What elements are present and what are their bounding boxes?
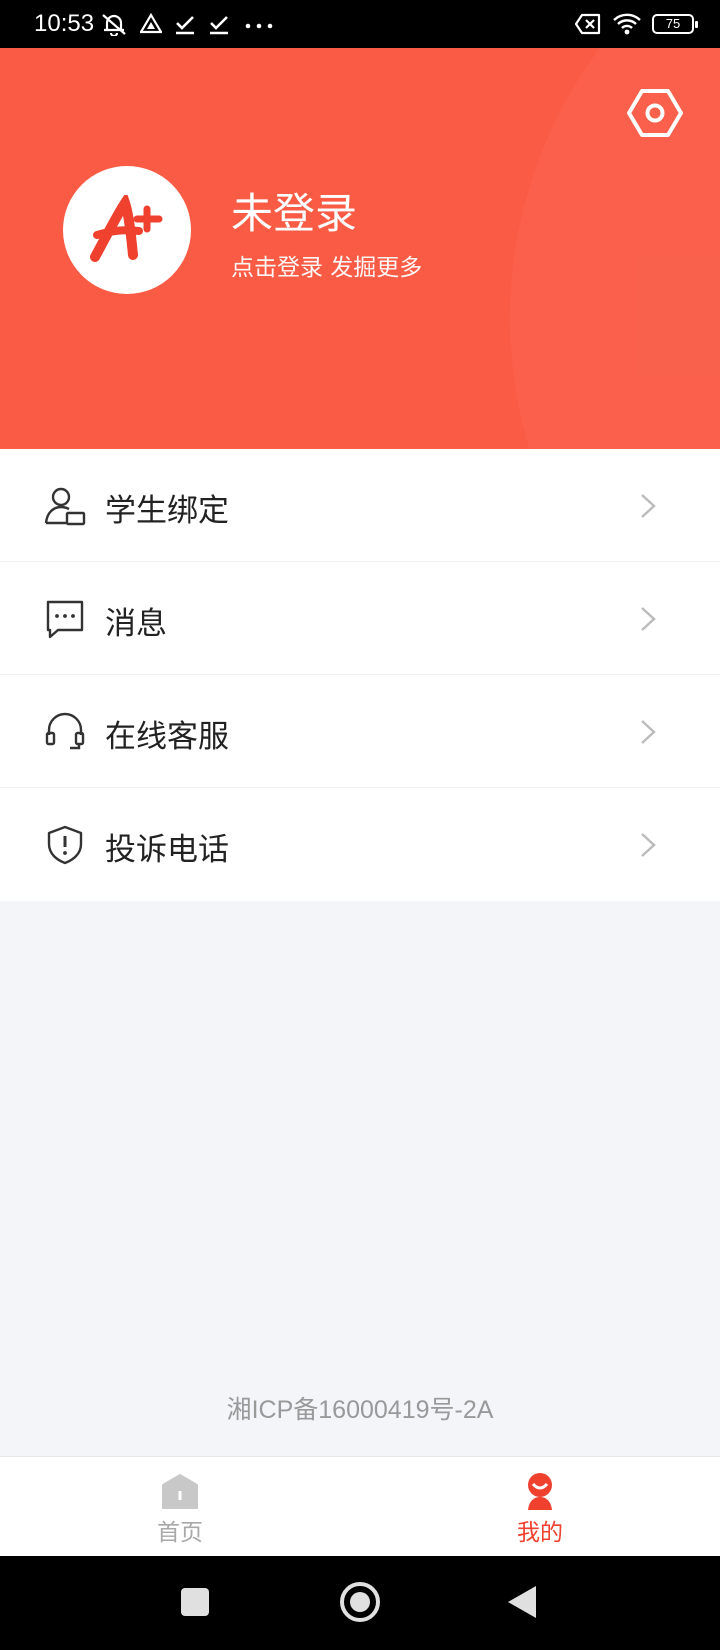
user-icon <box>528 1473 552 1510</box>
tab-home-label: 首页 <box>157 1520 203 1546</box>
icp-license: 湘ICP备16000419号-2A <box>226 1396 494 1424</box>
wifi-icon <box>613 13 641 35</box>
bottom-tab-bar: 首页 我的 <box>0 1456 720 1556</box>
chevron-right-icon <box>641 833 656 857</box>
message-icon <box>46 600 84 639</box>
sim-cross-icon <box>574 13 601 35</box>
recent-apps-button[interactable] <box>181 1588 209 1616</box>
more-dots-icon <box>245 23 273 29</box>
alert-triangle-icon <box>140 13 162 34</box>
battery-icon: 75 <box>652 14 698 34</box>
tab-mine-label: 我的 <box>517 1520 563 1546</box>
menu-item-label: 投诉电话 <box>105 832 229 868</box>
download-check-icon <box>176 16 194 35</box>
tab-mine[interactable]: 我的 <box>480 1457 600 1557</box>
status-time: 10:53 <box>34 10 95 37</box>
menu-item-label: 在线客服 <box>105 719 229 755</box>
status-bar: 10:53 75 <box>0 0 720 48</box>
app-logo-icon <box>90 195 163 262</box>
chevron-right-icon <box>641 494 656 518</box>
headset-icon <box>45 712 85 750</box>
login-prompt[interactable]: 点击登录 发掘更多 <box>231 248 422 282</box>
menu-item-complaint[interactable]: 投诉电话 <box>0 788 720 901</box>
system-navigation-bar <box>0 1556 720 1650</box>
back-button[interactable] <box>508 1586 536 1618</box>
menu-item-label: 学生绑定 <box>105 493 229 529</box>
shield-alert-icon <box>47 825 83 865</box>
status-left-icons <box>100 12 276 36</box>
chevron-right-icon <box>641 607 656 631</box>
profile-header: 未登录 点击登录 发掘更多 <box>0 48 720 449</box>
home-icon <box>162 1474 198 1509</box>
home-button[interactable] <box>340 1582 380 1622</box>
menu-list: 学生绑定 消息 在线客服 投诉电话 <box>0 449 720 901</box>
menu-item-message[interactable]: 消息 <box>0 562 720 675</box>
menu-item-online-service[interactable]: 在线客服 <box>0 675 720 788</box>
chevron-right-icon <box>641 720 656 744</box>
student-bind-icon <box>44 487 86 526</box>
status-right-icons: 75 <box>574 12 698 36</box>
mute-icon <box>102 14 126 36</box>
download-check-icon <box>210 16 228 35</box>
avatar[interactable] <box>63 166 191 294</box>
menu-item-student-bind[interactable]: 学生绑定 <box>0 449 720 562</box>
tab-home[interactable]: 首页 <box>120 1457 240 1557</box>
settings-icon[interactable] <box>626 84 684 142</box>
menu-item-label: 消息 <box>105 606 167 642</box>
user-name[interactable]: 未登录 <box>231 180 357 241</box>
header-decoration <box>510 48 720 449</box>
